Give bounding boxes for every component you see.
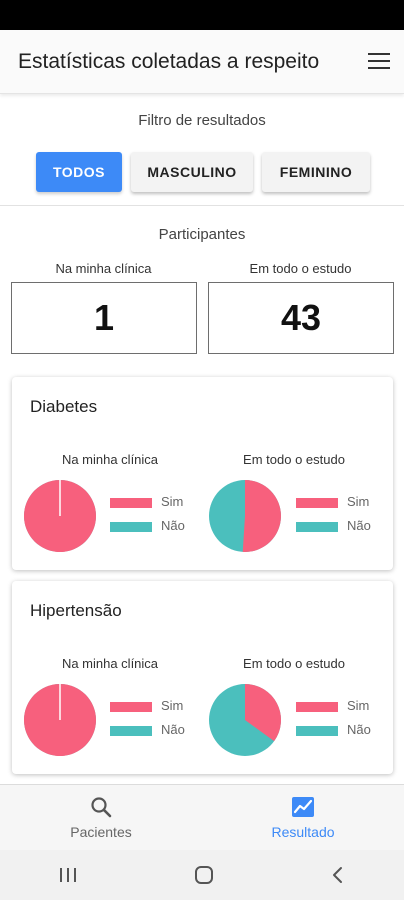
legend-sim-swatch [110,498,152,508]
nav-pacientes[interactable]: Pacientes [0,785,202,851]
clinic-count-box: 1 [11,282,197,354]
legend-nao-swatch [296,522,338,532]
filter-masculino-button[interactable]: MASCULINO [131,152,253,192]
nav-pacientes-label: Pacientes [70,824,132,840]
pie-sim-slice [242,480,281,552]
legend-nao-label: Não [347,722,371,737]
nav-resultado[interactable]: Resultado [202,785,404,851]
legend-sim-label: Sim [161,698,184,713]
chart-icon [292,797,314,817]
legend-sim-label: Sim [347,494,370,509]
participants-study-label: Em todo o estudo [249,261,352,276]
divider [0,205,404,206]
clinic-column-label: Na minha clínica [61,452,159,467]
nav-resultado-label: Resultado [271,824,335,840]
hamburger-menu-icon[interactable] [368,51,390,71]
search-icon [91,797,112,818]
clinic-column-label: Na minha clínica [61,656,159,671]
study-count-box: 43 [208,282,394,354]
participants-title: Participantes [158,226,246,243]
system-nav-bar [0,850,404,900]
card-title: Hipertensão [30,601,122,620]
status-bar [0,0,404,30]
diabetes-study-pie [209,480,281,552]
legend-nao-swatch [110,522,152,532]
legend-sim-label: Sim [161,494,184,509]
study-column-label: Em todo o estudo [243,656,345,671]
recent-apps-icon[interactable] [58,866,78,884]
legend-nao-swatch [110,726,152,736]
participants-clinic-label: Na minha clínica [55,261,152,276]
app-bar: Estatísticas coletadas a respeito [0,30,404,94]
legend-nao-label: Não [161,722,185,737]
home-icon[interactable] [193,864,215,886]
filter-title: Filtro de resultados [138,112,266,129]
diabetes-clinic-pie [24,480,96,552]
legend-sim-swatch [296,702,338,712]
legend-nao-label: Não [347,518,371,533]
app-title: Estatísticas coletadas a respeito [18,50,320,73]
legend-nao-label: Não [161,518,185,533]
legend-sim-swatch [296,498,338,508]
filter-todos-button[interactable]: TODOS [36,152,122,192]
back-icon[interactable] [330,865,346,885]
filter-feminino-button[interactable]: FEMININO [262,152,370,192]
bottom-nav: Pacientes Resultado [0,784,404,850]
legend-nao-swatch [296,726,338,736]
hipertensao-study-pie [209,684,281,756]
hipertensao-clinic-pie [24,684,96,756]
legend-sim-swatch [110,702,152,712]
hipertensao-card: Hipertensão Na minha clínica Em todo o e… [12,581,393,774]
study-column-label: Em todo o estudo [243,452,345,467]
legend-sim-label: Sim [347,698,370,713]
diabetes-card: Diabetes Na minha clínica Em todo o estu… [12,377,393,570]
card-title: Diabetes [30,397,98,416]
